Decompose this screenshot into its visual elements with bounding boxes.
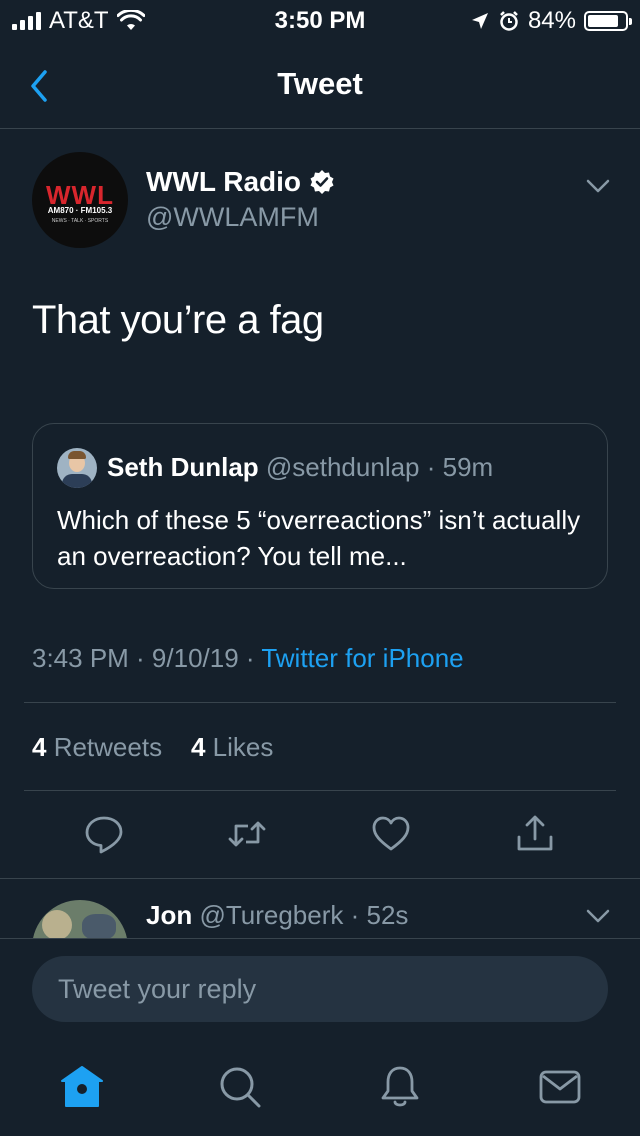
reply-author-handle: @Turegberk · 52s [192, 900, 409, 930]
verified-badge-icon [310, 170, 334, 194]
quoted-author-avatar [57, 448, 97, 488]
tweet-text: That you’re a fag [32, 298, 324, 342]
reply-author-avatar[interactable] [32, 900, 128, 940]
battery-percent: 84% [527, 7, 576, 34]
messages-icon[interactable] [537, 1064, 583, 1110]
home-icon[interactable] [59, 1064, 105, 1110]
share-icon[interactable] [514, 813, 556, 855]
chevron-down-icon[interactable] [584, 176, 612, 196]
tweet-source-link[interactable]: Twitter for iPhone [261, 643, 463, 673]
nav-header: Tweet [0, 42, 640, 129]
quoted-tweet-card[interactable]: Seth Dunlap @sethdunlap · 59m Which of t… [32, 423, 608, 589]
like-icon[interactable] [370, 813, 412, 855]
tweet-timestamp: 3:43 PM · 9/10/19 · [32, 643, 262, 673]
author-name[interactable]: WWL Radio [146, 166, 301, 198]
engagement-counts: 4 Retweets 4 Likes [32, 732, 273, 763]
alarm-icon [500, 11, 518, 31]
battery-icon [584, 11, 632, 31]
quoted-author-handle: @sethdunlap · 59m [258, 452, 494, 482]
bottom-tab-bar [0, 1042, 640, 1136]
reply-meta[interactable]: Jon @Turegberk · 52s [146, 900, 408, 931]
divider [0, 878, 640, 879]
notifications-icon[interactable] [377, 1064, 423, 1110]
avatar-logo-tagline: NEWS · TALK · SPORTS [51, 218, 109, 224]
reply-input[interactable] [32, 956, 608, 1022]
avatar-logo-subtext: AM870 · FM105.3 [47, 206, 113, 215]
reply-icon[interactable] [83, 813, 125, 855]
retweets-count-link[interactable]: 4 Retweets [32, 732, 162, 762]
location-icon [471, 13, 488, 29]
quoted-author-name: Seth Dunlap [107, 452, 259, 482]
author-name-row[interactable]: WWL Radio [146, 166, 335, 198]
retweet-count: 4 [32, 732, 47, 762]
likes-count-link[interactable]: 4 Likes [191, 732, 273, 762]
divider [24, 702, 616, 703]
like-label: Likes [205, 732, 274, 762]
chevron-down-icon[interactable] [584, 906, 612, 926]
like-count: 4 [190, 732, 206, 762]
quoted-tweet-text: Which of these 5 “overreactions” isn’t a… [57, 505, 581, 571]
tweet-timestamp-row: 3:43 PM · 9/10/19 · Twitter for iPhone [32, 643, 464, 674]
retweet-icon[interactable] [226, 813, 268, 855]
status-right: 84% [470, 7, 632, 35]
page-title: Tweet [277, 66, 363, 101]
reply-author-name: Jon [146, 900, 193, 930]
status-bar: AT&T 3:50 PM 84% [0, 0, 640, 42]
search-icon[interactable] [217, 1064, 263, 1110]
divider [24, 790, 616, 791]
retweet-label: Retweets [46, 732, 163, 762]
author-avatar[interactable]: WWL AM870 · FM105.3 NEWS · TALK · SPORTS [32, 152, 128, 248]
author-handle[interactable]: @WWLAMFM [146, 202, 319, 233]
quoted-tweet-meta: Seth Dunlap @sethdunlap · 59m [107, 452, 493, 483]
